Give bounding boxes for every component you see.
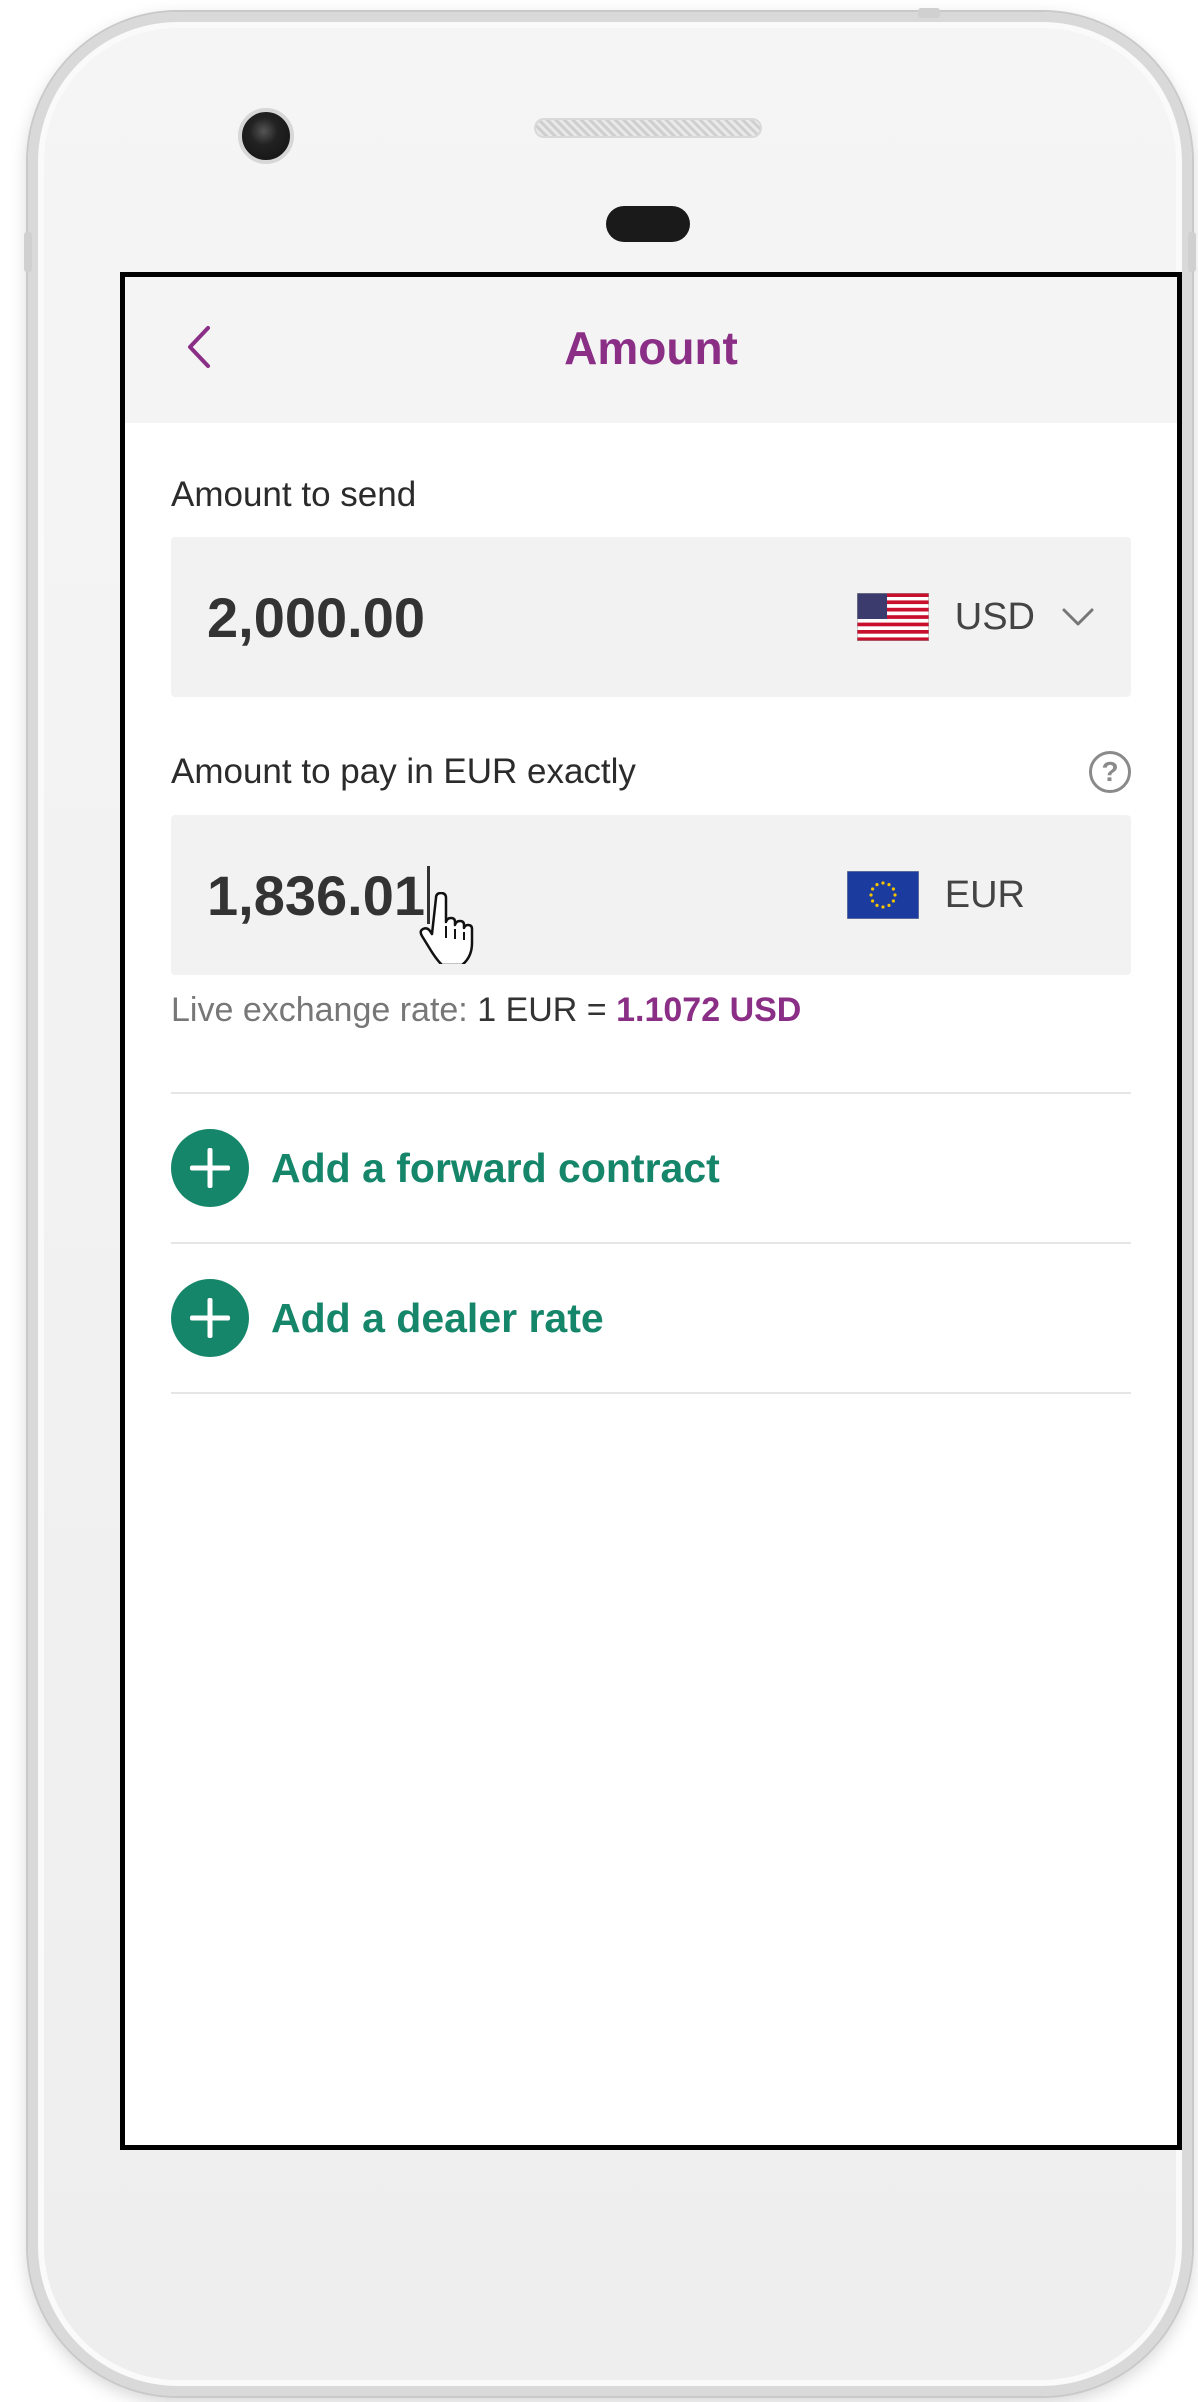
add-forward-contract-button[interactable]: Add a forward contract bbox=[171, 1094, 1131, 1242]
front-camera bbox=[238, 108, 294, 164]
pay-currency-code: EUR bbox=[944, 873, 1025, 916]
earpiece-speaker bbox=[534, 118, 762, 138]
send-label: Amount to send bbox=[171, 475, 417, 514]
us-flag-icon bbox=[856, 593, 929, 641]
rate-prefix: Live exchange rate: bbox=[171, 991, 468, 1029]
plus-circle-icon bbox=[171, 1129, 249, 1207]
pay-label-row: Amount to pay in EUR exactly ? bbox=[171, 751, 1131, 793]
top-bar: Amount bbox=[125, 277, 1177, 423]
phone-top-button bbox=[918, 8, 940, 18]
app-screen: Amount Amount to send 2,000.00 USD Amoun… bbox=[120, 272, 1182, 2150]
send-amount-input[interactable]: 2,000.00 bbox=[207, 585, 425, 650]
send-label-row: Amount to send bbox=[171, 475, 1131, 515]
plus-circle-icon bbox=[171, 1279, 249, 1357]
divider bbox=[171, 1392, 1131, 1394]
send-currency-code: USD bbox=[954, 595, 1035, 638]
pay-amount-field[interactable]: 1,836.01 EUR bbox=[171, 815, 1131, 975]
exchange-rate-text: Live exchange rate: 1 EUR = 1.1072 USD bbox=[171, 991, 1131, 1030]
add-dealer-rate-button[interactable]: Add a dealer rate bbox=[171, 1244, 1131, 1392]
amount-form: Amount to send 2,000.00 USD Amount to pa… bbox=[125, 423, 1177, 1394]
rate-quote: 1.1072 USD bbox=[616, 991, 802, 1029]
send-currency-selector[interactable]: USD bbox=[856, 593, 1095, 641]
phone-side-button bbox=[24, 232, 32, 272]
rate-base: 1 EUR = bbox=[477, 991, 607, 1029]
phone-side-button-right bbox=[1188, 232, 1196, 272]
hand-cursor-icon bbox=[419, 892, 474, 964]
pay-amount-value: 1,836.01 bbox=[207, 863, 425, 927]
add-dealer-rate-label: Add a dealer rate bbox=[271, 1294, 604, 1341]
question-circle-icon[interactable]: ? bbox=[1089, 751, 1131, 793]
pay-currency-display: EUR bbox=[846, 871, 1025, 919]
proximity-sensor bbox=[606, 206, 690, 242]
phone-frame: Amount Amount to send 2,000.00 USD Amoun… bbox=[24, 8, 1196, 2396]
chevron-down-icon bbox=[1062, 608, 1094, 626]
pay-label: Amount to pay in EUR exactly bbox=[171, 752, 636, 791]
send-amount-value: 2,000.00 bbox=[207, 585, 425, 649]
page-title: Amount bbox=[564, 322, 738, 374]
add-forward-contract-label: Add a forward contract bbox=[271, 1144, 720, 1191]
pay-amount-input[interactable]: 1,836.01 bbox=[207, 863, 430, 928]
send-amount-field[interactable]: 2,000.00 USD bbox=[171, 537, 1131, 697]
eu-flag-icon bbox=[846, 871, 919, 919]
